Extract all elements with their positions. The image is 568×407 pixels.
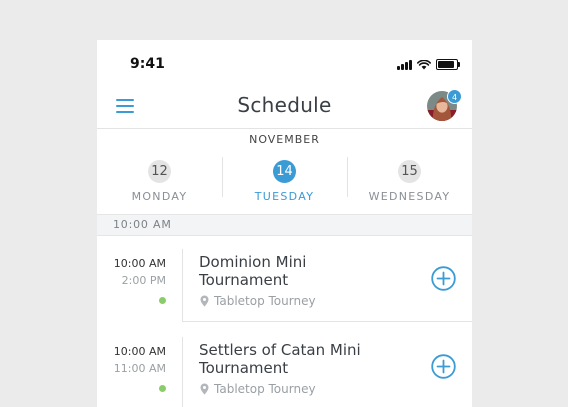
- day-number: 14: [273, 160, 296, 183]
- section-time-label: 10:00 AM: [113, 218, 172, 231]
- event-title: Dominion Mini Tournament: [199, 253, 307, 289]
- app-screen: 9:41 Schedule 4 NOVEMBER 12 MONDAY 14 TU…: [97, 40, 472, 407]
- battery-icon: [436, 59, 460, 70]
- day-number: 12: [148, 160, 171, 183]
- profile-button[interactable]: 4: [427, 89, 462, 121]
- day-wednesday[interactable]: 15 WEDNESDAY: [347, 160, 472, 203]
- cellular-signal-icon: [397, 60, 412, 70]
- event-location: Tabletop Tourney: [200, 382, 316, 396]
- event-location: Tabletop Tourney: [200, 294, 316, 308]
- event-end-time: 11:00 AM: [113, 362, 166, 375]
- event-end-time: 2:00 PM: [121, 274, 166, 287]
- notification-badge: 4: [447, 89, 462, 104]
- day-name: MONDAY: [131, 190, 188, 203]
- day-name: WEDNESDAY: [368, 190, 451, 203]
- navigation-bar: Schedule 4: [97, 84, 472, 129]
- wifi-icon: [417, 60, 431, 70]
- status-time: 9:41: [130, 56, 165, 72]
- page-title: Schedule: [237, 93, 332, 117]
- timeline-divider: [182, 337, 183, 407]
- event-start-time: 10:00 AM: [113, 345, 166, 358]
- timeline-divider: [182, 249, 183, 322]
- day-name: TUESDAY: [254, 190, 315, 203]
- status-bar: 9:41: [97, 40, 472, 84]
- event-start-time: 10:00 AM: [113, 257, 166, 270]
- add-event-button[interactable]: [431, 266, 456, 291]
- day-number: 15: [398, 160, 421, 183]
- status-dot: [159, 297, 166, 304]
- event-location-label: Tabletop Tourney: [214, 294, 316, 308]
- day-tuesday[interactable]: 14 TUESDAY: [222, 160, 347, 203]
- add-event-button[interactable]: [431, 354, 456, 379]
- month-label: NOVEMBER: [249, 133, 320, 146]
- event-item[interactable]: 10:00 AM 2:00 PM Dominion Mini Tournamen…: [97, 234, 472, 322]
- day-monday[interactable]: 12 MONDAY: [97, 160, 222, 203]
- status-icons: [397, 58, 460, 70]
- map-pin-icon: [200, 295, 209, 307]
- event-location-label: Tabletop Tourney: [214, 382, 316, 396]
- event-title: Settlers of Catan Mini Tournament: [199, 341, 361, 377]
- time-section-header: 10:00 AM: [97, 214, 472, 236]
- event-item[interactable]: 10:00 AM 11:00 AM Settlers of Catan Mini…: [97, 322, 472, 407]
- map-pin-icon: [200, 383, 209, 395]
- status-dot: [159, 385, 166, 392]
